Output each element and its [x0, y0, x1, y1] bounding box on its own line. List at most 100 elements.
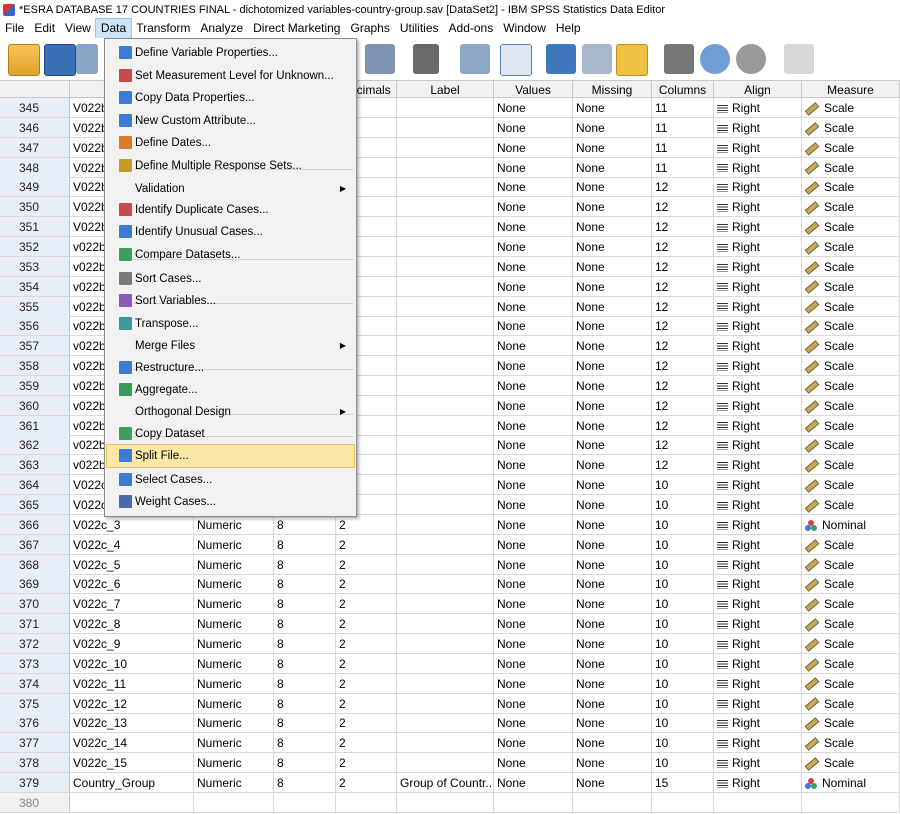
row-number[interactable]: 359: [0, 375, 70, 396]
cell-columns[interactable]: 11: [652, 137, 714, 158]
cell-label[interactable]: Group of Countr...: [397, 772, 494, 793]
cell-width[interactable]: 8: [274, 633, 336, 654]
cell-missing[interactable]: [573, 792, 652, 813]
row-number[interactable]: 376: [0, 713, 70, 734]
cell-values[interactable]: None: [494, 236, 573, 257]
cell-label[interactable]: [397, 475, 494, 496]
row-number[interactable]: 365: [0, 495, 70, 515]
cell-type[interactable]: Numeric: [194, 574, 274, 595]
cell-measure[interactable]: Scale: [802, 98, 900, 118]
use-sets-icon[interactable]: [700, 44, 730, 74]
cell-align[interactable]: Right: [714, 157, 802, 178]
cell-dec[interactable]: 2: [336, 614, 397, 635]
cell-columns[interactable]: 12: [652, 256, 714, 277]
cell-missing[interactable]: None: [573, 673, 652, 694]
cell-measure[interactable]: Scale: [802, 574, 900, 595]
cell-columns[interactable]: 12: [652, 455, 714, 476]
row-number[interactable]: 378: [0, 753, 70, 774]
menu-item-aggregate[interactable]: Aggregate...: [107, 379, 354, 401]
cell-values[interactable]: None: [494, 375, 573, 396]
menu-item-split-file[interactable]: Split File...: [106, 444, 355, 468]
cell-values[interactable]: None: [494, 256, 573, 277]
cell-label[interactable]: [397, 356, 494, 377]
cell-missing[interactable]: None: [573, 98, 652, 118]
cell-columns[interactable]: 10: [652, 534, 714, 555]
menu-item-weight-cases[interactable]: Weight Cases...: [107, 491, 354, 513]
cell-align[interactable]: Right: [714, 236, 802, 257]
cell-columns[interactable]: 11: [652, 157, 714, 178]
menu-transform[interactable]: Transform: [131, 19, 195, 38]
spell-check-icon[interactable]: [784, 44, 814, 74]
cell-columns[interactable]: 15: [652, 772, 714, 793]
cell-align[interactable]: Right: [714, 594, 802, 615]
cell-name[interactable]: V022c_5: [70, 554, 194, 575]
row-number[interactable]: 357: [0, 336, 70, 357]
cell-align[interactable]: Right: [714, 475, 802, 496]
cell-values[interactable]: None: [494, 217, 573, 238]
menu-edit[interactable]: Edit: [29, 19, 60, 38]
cell-measure[interactable]: [802, 792, 900, 813]
cell-values[interactable]: None: [494, 614, 573, 635]
row-number[interactable]: 373: [0, 653, 70, 674]
cell-missing[interactable]: None: [573, 296, 652, 317]
cell-values[interactable]: [494, 792, 573, 813]
cell-label[interactable]: [397, 614, 494, 635]
cell-width[interactable]: 8: [274, 693, 336, 714]
cell-values[interactable]: None: [494, 475, 573, 496]
cell-align[interactable]: Right: [714, 673, 802, 694]
cell-name[interactable]: Country_Group: [70, 772, 194, 793]
cell-type[interactable]: Numeric: [194, 673, 274, 694]
menu-data[interactable]: Data: [94, 18, 133, 39]
cell-width[interactable]: [274, 792, 336, 813]
cell-missing[interactable]: None: [573, 157, 652, 178]
cell-align[interactable]: Right: [714, 534, 802, 555]
cell-measure[interactable]: Scale: [802, 197, 900, 218]
cell-values[interactable]: None: [494, 415, 573, 436]
cell-align[interactable]: Right: [714, 356, 802, 377]
cell-align[interactable]: Right: [714, 296, 802, 317]
row-number[interactable]: 346: [0, 117, 70, 138]
cell-label[interactable]: [397, 256, 494, 277]
cell-measure[interactable]: Scale: [802, 475, 900, 496]
cell-measure[interactable]: Scale: [802, 177, 900, 198]
cell-name[interactable]: V022c_10: [70, 653, 194, 674]
cell-values[interactable]: None: [494, 177, 573, 198]
cell-width[interactable]: 8: [274, 574, 336, 595]
menu-direct-marketing[interactable]: Direct Marketing: [248, 19, 345, 38]
menu-item-restructure[interactable]: Restructure...: [107, 357, 354, 379]
split-file-toolbar-icon[interactable]: [500, 44, 532, 76]
cell-measure[interactable]: Scale: [802, 534, 900, 555]
cell-values[interactable]: None: [494, 395, 573, 416]
row-number[interactable]: 349: [0, 177, 70, 198]
cell-missing[interactable]: None: [573, 633, 652, 654]
cell-columns[interactable]: 12: [652, 375, 714, 396]
cell-align[interactable]: Right: [714, 375, 802, 396]
menu-item-identify-duplicate-cases[interactable]: Identify Duplicate Cases...: [107, 199, 354, 221]
menu-item-transpose[interactable]: Transpose...: [107, 313, 354, 335]
cell-measure[interactable]: Scale: [802, 713, 900, 734]
cell-label[interactable]: [397, 316, 494, 337]
cell-measure[interactable]: Scale: [802, 633, 900, 654]
cell-label[interactable]: [397, 415, 494, 436]
cell-label[interactable]: [397, 534, 494, 555]
cell-align[interactable]: Right: [714, 574, 802, 595]
cell-measure[interactable]: Scale: [802, 117, 900, 138]
cell-measure[interactable]: Scale: [802, 693, 900, 714]
cell-values[interactable]: None: [494, 98, 573, 118]
cell-align[interactable]: Right: [714, 554, 802, 575]
cell-missing[interactable]: None: [573, 137, 652, 158]
cell-columns[interactable]: 12: [652, 296, 714, 317]
menu-file[interactable]: File: [0, 19, 29, 38]
cell-type[interactable]: Numeric: [194, 614, 274, 635]
cell-values[interactable]: None: [494, 594, 573, 615]
cell-missing[interactable]: None: [573, 534, 652, 555]
cell-width[interactable]: 8: [274, 614, 336, 635]
column-header-values[interactable]: Values: [494, 80, 573, 98]
row-number[interactable]: 355: [0, 296, 70, 317]
cell-label[interactable]: [397, 117, 494, 138]
menu-item-compare-datasets[interactable]: Compare Datasets...: [107, 244, 354, 266]
column-header-align[interactable]: Align: [714, 80, 802, 98]
chart-builder-icon[interactable]: [460, 44, 490, 74]
cell-values[interactable]: None: [494, 316, 573, 337]
cell-label[interactable]: [397, 217, 494, 238]
